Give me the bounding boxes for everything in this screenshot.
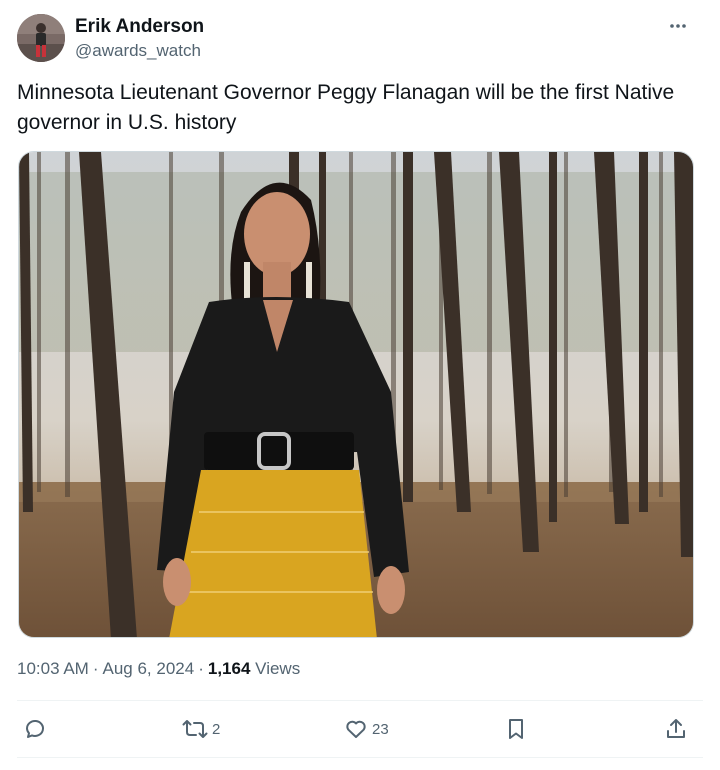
user-handle[interactable]: @awards_watch (75, 40, 204, 62)
avatar[interactable] (17, 14, 65, 62)
tweet-meta: 10:03 AM · Aug 6, 2024 · 1,164 Views (17, 657, 300, 681)
display-name[interactable]: Erik Anderson (75, 16, 204, 38)
share-upload-icon (664, 717, 688, 741)
separator: · (198, 659, 204, 678)
tweet-date[interactable]: Aug 6, 2024 (103, 659, 195, 678)
retweet-icon (182, 717, 208, 741)
separator: · (92, 659, 99, 678)
tweet-text: Minnesota Lieutenant Governor Peggy Flan… (17, 81, 675, 134)
tweet-header: Erik Anderson @awards_watch (17, 14, 703, 64)
tweet-photo[interactable] (18, 151, 694, 638)
divider (17, 700, 703, 701)
heart-icon (344, 717, 368, 741)
reply-bubble-icon (23, 717, 47, 741)
tweet-actions: 2 23 (17, 712, 703, 746)
bookmark-button[interactable] (505, 712, 527, 746)
reply-button[interactable] (23, 712, 51, 746)
like-count: 23 (372, 720, 389, 738)
retweet-button[interactable]: 2 (182, 712, 220, 746)
share-button[interactable] (664, 712, 688, 746)
view-count: 1,164 (207, 659, 251, 678)
views-label: Views (255, 659, 301, 678)
divider (17, 757, 703, 758)
tweet-time[interactable]: 10:03 AM (17, 659, 89, 678)
bookmark-icon (505, 717, 527, 741)
like-button[interactable]: 23 (344, 712, 389, 746)
more-horizontal-icon[interactable] (663, 14, 693, 38)
retweet-count: 2 (212, 720, 221, 738)
